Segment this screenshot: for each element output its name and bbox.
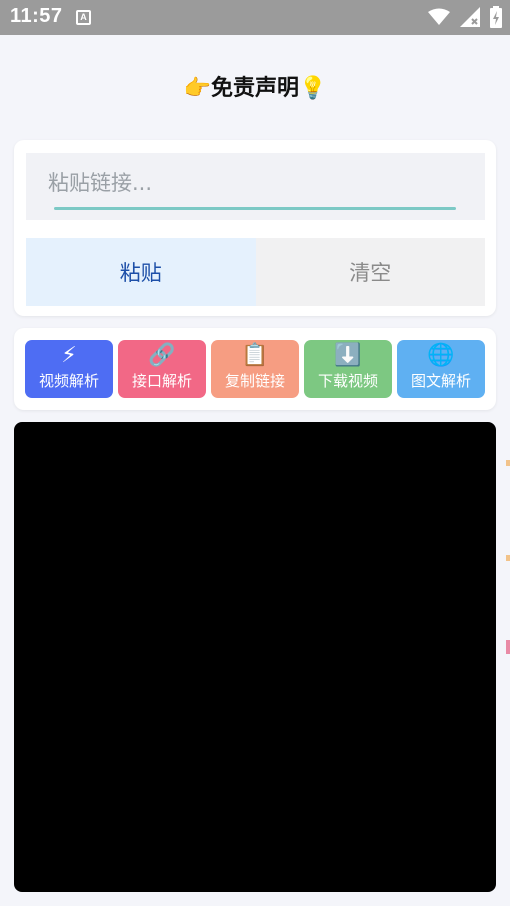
tool-button-list: ⚡ 视频解析 🔗 接口解析 📋 复制链接 ⬇️ 下载视频 🌐 图文解析: [25, 340, 485, 398]
app-notification-icon: A: [76, 10, 91, 25]
tool-label: 接口解析: [131, 372, 192, 390]
light-bulb-icon: 💡: [299, 76, 327, 101]
tool-label: 复制链接: [224, 372, 285, 390]
lightning-icon: ⚡: [61, 343, 77, 368]
copy-link-button[interactable]: 📋 复制链接: [211, 340, 299, 398]
pointing-hand-icon: 👉: [183, 76, 211, 101]
input-underline: [54, 207, 456, 210]
battery-icon: [490, 6, 502, 28]
signal-icon: [460, 7, 480, 27]
status-time: 11:57: [10, 5, 63, 27]
edge-highlight: [506, 460, 510, 466]
page-title-text: 免责声明: [210, 76, 299, 101]
video-parse-button[interactable]: ⚡ 视频解析: [25, 340, 113, 398]
api-parse-button[interactable]: 🔗 接口解析: [118, 340, 206, 398]
page-title[interactable]: 👉免责声明💡: [0, 70, 510, 102]
wifi-icon: [428, 8, 450, 25]
link-input-card: 粘贴 清空: [14, 140, 496, 316]
link-input-container: [26, 153, 485, 220]
tool-label: 图文解析: [410, 372, 471, 390]
download-icon: ⬇️: [334, 343, 362, 368]
edge-highlight: [506, 555, 510, 561]
globe-icon: 🌐: [427, 343, 455, 368]
clipboard-icon: 📋: [241, 343, 269, 368]
link-input[interactable]: [48, 165, 458, 201]
tools-card: ⚡ 视频解析 🔗 接口解析 📋 复制链接 ⬇️ 下载视频 🌐 图文解析: [14, 328, 496, 410]
video-player[interactable]: [14, 422, 496, 892]
image-text-parse-button[interactable]: 🌐 图文解析: [397, 340, 485, 398]
tool-label: 下载视频: [317, 372, 378, 390]
status-icons: [428, 6, 502, 28]
download-video-button[interactable]: ⬇️ 下载视频: [304, 340, 392, 398]
action-button-row: 粘贴 清空: [26, 238, 485, 306]
tool-label: 视频解析: [38, 372, 99, 390]
status-bar: 11:57 A: [0, 0, 510, 35]
paste-button[interactable]: 粘贴: [26, 238, 256, 306]
edge-highlight: [506, 640, 510, 654]
clear-button[interactable]: 清空: [255, 238, 485, 306]
link-icon: 🔗: [148, 343, 176, 368]
